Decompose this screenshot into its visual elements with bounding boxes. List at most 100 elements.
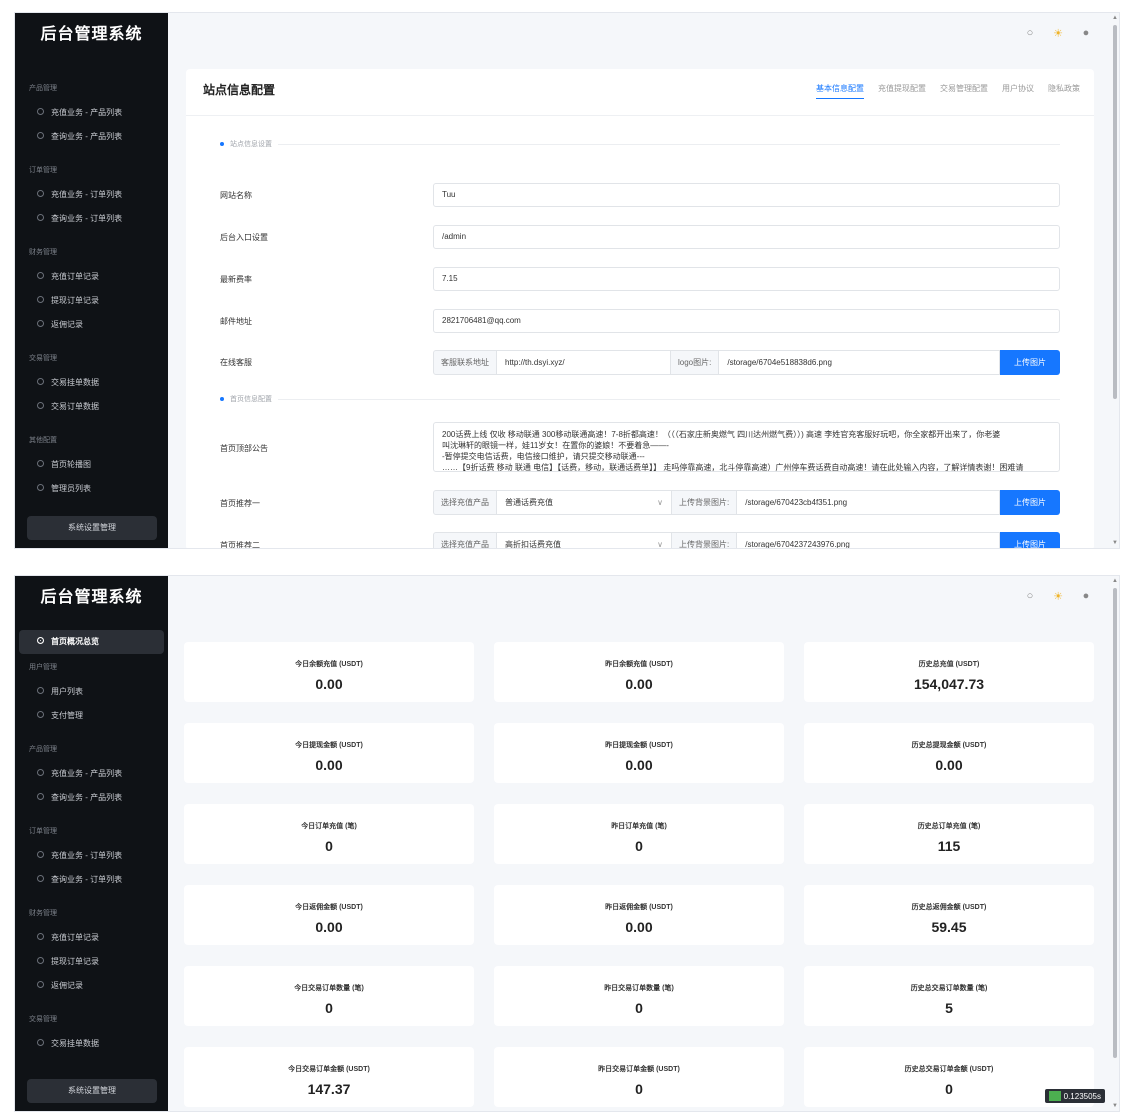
sidebar-item[interactable]: 查询业务 - 订单列表: [19, 207, 164, 231]
stat-card: 历史总交易订单数量 (笔) 5: [804, 966, 1094, 1026]
circle-icon: [37, 214, 44, 222]
field-input[interactable]: 2821706481@qq.com: [433, 309, 1060, 333]
system-settings-button[interactable]: 系统设置管理: [27, 1079, 157, 1103]
stat-value: 0.00: [935, 757, 963, 773]
sidebar-item[interactable]: 查询业务 - 产品列表: [19, 786, 164, 810]
scrollbar[interactable]: ▲ ▼: [1111, 13, 1119, 548]
topbar: ○ ☀ ●: [168, 576, 1119, 620]
refresh-icon[interactable]: ○: [1023, 590, 1037, 603]
bg-image-path-input[interactable]: /storage/6704237243976.png: [737, 532, 1000, 548]
sidebar-item[interactable]: 返佣记录: [19, 313, 164, 337]
notice-line: -暂停提交电信话费，电信接口维护，请只提交移动联通---: [442, 452, 645, 461]
sidebar-item[interactable]: 提现订单记录: [19, 289, 164, 313]
scroll-down-icon[interactable]: ▼: [1112, 540, 1118, 546]
tab-item[interactable]: 基本信息配置: [816, 83, 864, 99]
sidebar-item[interactable]: 首页轮播图: [19, 453, 164, 477]
sidebar-item[interactable]: 查询业务 - 订单列表: [19, 868, 164, 892]
recommend-group: 选择充值产品 高折扣话费充值 ∨ 上传背景图片:/storage/6704237243…: [433, 532, 1060, 549]
sidebar-item-label: 查询业务 - 产品列表: [51, 132, 123, 141]
sidebar-item[interactable]: 充值订单记录: [19, 926, 164, 950]
stat-label: 历史总提现金额 (USDT): [911, 742, 987, 749]
tab-item[interactable]: 交易管理配置: [940, 83, 988, 99]
sidebar-item[interactable]: 交易挂单数据: [19, 1032, 164, 1056]
notice-line: 叫沈琳轩的眼镜一样，娃11岁女！在置你的婆娘！不要着急——-: [442, 441, 669, 450]
upload-logo-button[interactable]: 上传图片: [1000, 350, 1060, 375]
product-select[interactable]: 高折扣话费充值 ∨: [497, 532, 672, 549]
stat-label: 历史总返佣金额 (USDT): [911, 904, 987, 911]
stat-label: 今日订单充值 (笔): [301, 823, 357, 830]
stat-value: 0: [325, 1000, 333, 1016]
tab-item[interactable]: 用户协议: [1002, 83, 1034, 99]
scroll-thumb[interactable]: [1113, 25, 1117, 399]
scrollbar[interactable]: ▲ ▼: [1111, 576, 1119, 1111]
stat-card: 昨日余额充值 (USDT) 0.00: [494, 642, 784, 702]
stat-label: 昨日提现金额 (USDT): [605, 742, 673, 749]
field-input[interactable]: /admin: [433, 225, 1060, 249]
stat-label: 历史总交易订单金额 (USDT): [904, 1066, 994, 1073]
sidebar-item[interactable]: 交易订单数据: [19, 395, 164, 419]
config-tabs: 基本信息配置 充值提现配置 交易管理配置 用户协议 隐私政策: [816, 83, 1080, 99]
notice-textarea[interactable]: 200话费上线 仅收 移动联通 300移动联通高速！7-8折都高速！（（（石家庄…: [433, 422, 1060, 472]
topbar: ○ ☀ ●: [168, 13, 1119, 57]
notice-line: 200话费上线 仅收 移动联通 300移动联通高速！7-8折都高速！（（（石家庄…: [442, 430, 1001, 439]
scroll-up-icon[interactable]: ▲: [1112, 578, 1118, 584]
scroll-down-icon[interactable]: ▼: [1112, 1103, 1118, 1109]
stat-card: 历史总返佣金额 (USDT) 59.45: [804, 885, 1094, 945]
circle-icon: [37, 711, 44, 719]
section-rule: [278, 398, 1060, 400]
stat-card: 历史总提现金额 (USDT) 0.00: [804, 723, 1094, 783]
moon-icon[interactable]: ●: [1079, 27, 1093, 40]
section-rule: [278, 143, 1060, 145]
recommend-group: 选择充值产品 普通话费充值 ∨ 上传背景图片:/storage/670423cb4f3…: [433, 490, 1060, 515]
circle-icon: [37, 851, 44, 859]
sidebar-item-label: 充值订单记录: [51, 933, 99, 942]
circle-icon: [37, 933, 44, 941]
scroll-up-icon[interactable]: ▲: [1112, 15, 1118, 21]
sidebar-item-dashboard[interactable]: 首页概况总览: [19, 630, 164, 654]
logo-path-input[interactable]: /storage/6704e518838d6.png: [719, 350, 1000, 375]
field-input[interactable]: 7.15: [433, 267, 1060, 291]
sun-icon[interactable]: ☀: [1051, 590, 1065, 603]
service-url-input[interactable]: http://th.dsyi.xyz/: [497, 350, 671, 375]
stat-label: 今日余额充值 (USDT): [295, 661, 363, 668]
dashboard-screen: 后台管理系统 首页概况总览 用户管理 用户列表 支付管理 产品管理 充值业务 - 产品列…: [14, 575, 1120, 1112]
sidebar-item[interactable]: 充值业务 - 产品列表: [19, 762, 164, 786]
sidebar-item-label: 充值业务 - 产品列表: [51, 108, 123, 117]
tab-item[interactable]: 隐私政策: [1048, 83, 1080, 99]
stat-value: 0: [325, 838, 333, 854]
sidebar-item[interactable]: 充值订单记录: [19, 265, 164, 289]
product-select-value: 高折扣话费充值: [505, 540, 561, 549]
sidebar-item-label: 交易挂单数据: [51, 378, 99, 387]
refresh-icon[interactable]: ○: [1023, 27, 1037, 40]
sidebar-item[interactable]: 支付管理: [19, 704, 164, 728]
stat-card: 今日交易订单数量 (笔) 0: [184, 966, 474, 1026]
scroll-thumb[interactable]: [1113, 588, 1117, 1058]
sidebar-item[interactable]: 管理员列表: [19, 477, 164, 501]
stat-value: 154,047.73: [913, 676, 985, 692]
stat-value: 59.45: [931, 919, 967, 935]
product-select[interactable]: 普通话费充值 ∨: [497, 490, 672, 515]
sidebar-item[interactable]: 充值业务 - 订单列表: [19, 183, 164, 207]
section-bullet: [220, 142, 224, 146]
system-settings-button[interactable]: 系统设置管理: [27, 516, 157, 540]
sidebar-item[interactable]: 查询业务 - 产品列表: [19, 125, 164, 149]
sidebar-item[interactable]: 用户列表: [19, 680, 164, 704]
sidebar-item-label: 首页轮播图: [51, 460, 91, 469]
stat-card: 昨日交易订单金额 (USDT) 0: [494, 1047, 784, 1107]
sun-icon[interactable]: ☀: [1051, 27, 1065, 40]
upload-bg-button[interactable]: 上传图片: [1000, 532, 1060, 548]
stat-value: 147.37: [307, 1081, 351, 1097]
bg-image-path-input[interactable]: /storage/670423cb4f351.png: [737, 490, 1000, 515]
sidebar-item[interactable]: 提现订单记录: [19, 950, 164, 974]
sidebar-item[interactable]: 交易挂单数据: [19, 371, 164, 395]
notice-line: ……【9折话费 移动 联通 电信】【话费，移动，联通话费单】】 走吗停靠高速，北…: [442, 463, 1024, 472]
field-input[interactable]: Tuu: [433, 183, 1060, 207]
moon-icon[interactable]: ●: [1079, 590, 1093, 603]
topbar-icons: ○ ☀ ●: [1023, 27, 1093, 40]
sidebar-item[interactable]: 返佣记录: [19, 974, 164, 998]
sidebar-item[interactable]: 充值业务 - 产品列表: [19, 101, 164, 125]
sidebar-item[interactable]: 充值业务 - 订单列表: [19, 844, 164, 868]
stat-label: 今日交易订单金额 (USDT): [288, 1066, 370, 1073]
tab-item[interactable]: 充值提现配置: [878, 83, 926, 99]
upload-bg-button[interactable]: 上传图片: [1000, 490, 1060, 515]
